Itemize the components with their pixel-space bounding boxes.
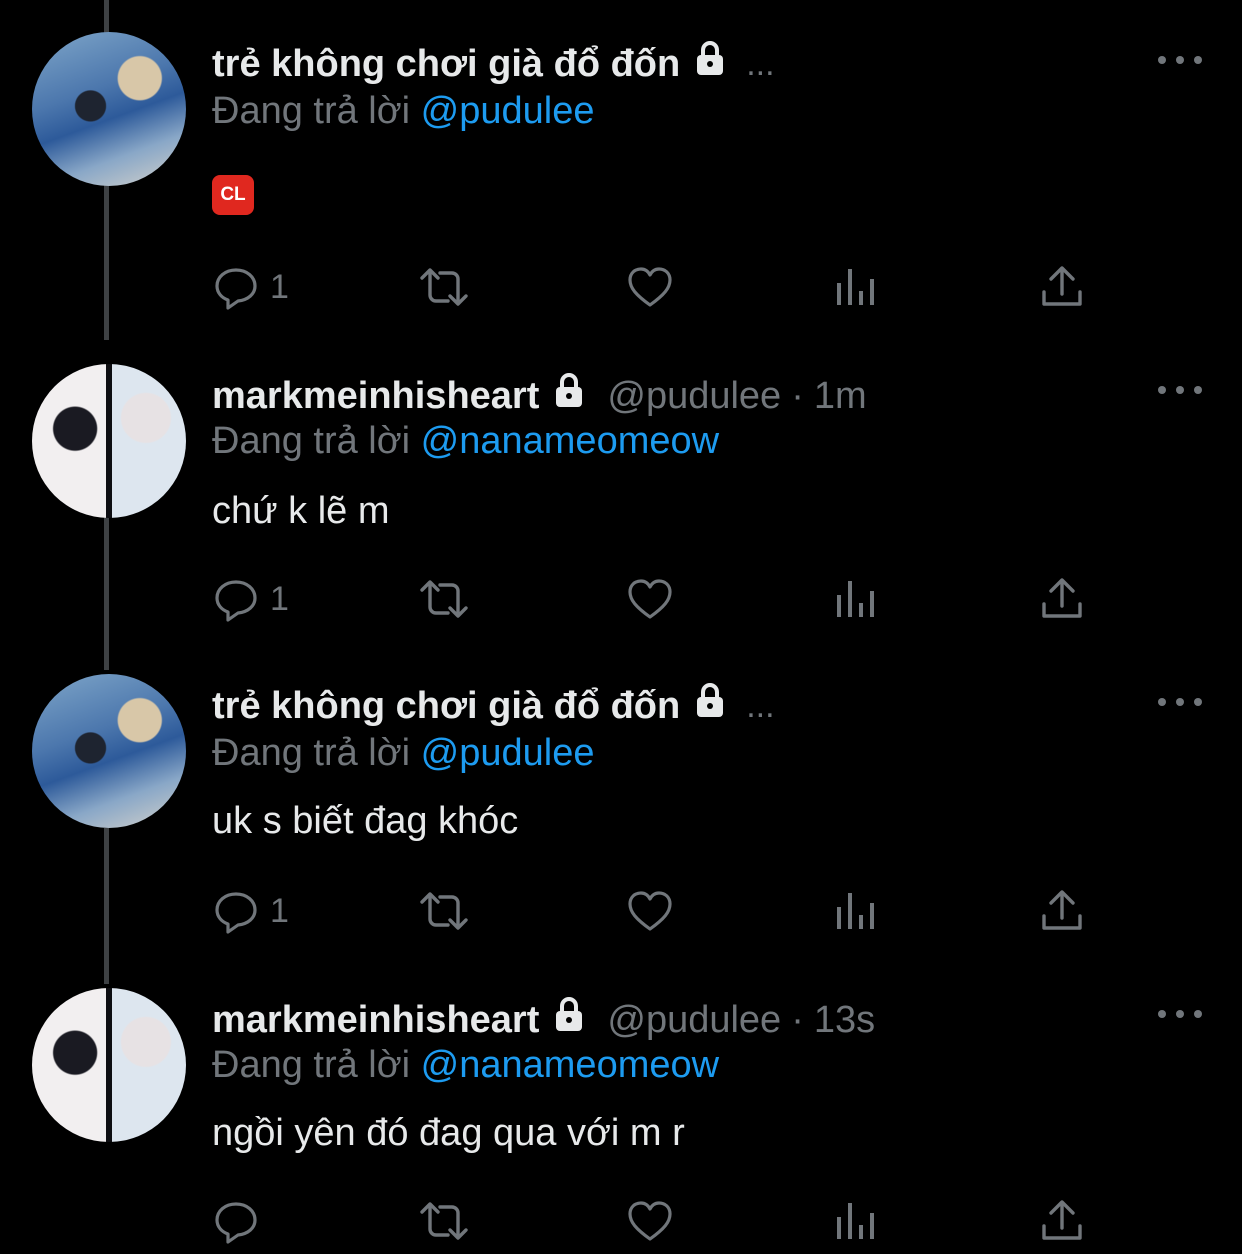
heart-icon <box>628 579 672 619</box>
lock-icon <box>690 680 730 731</box>
reply-prefix: Đang trả lời <box>212 90 411 132</box>
avatar[interactable] <box>32 988 186 1142</box>
action-bar: 1 <box>0 574 1242 624</box>
share-button[interactable] <box>1038 574 1086 624</box>
tweet-text: uk s biết đag khóc <box>212 800 519 842</box>
name-truncation: ... <box>746 686 775 725</box>
retweet-button[interactable] <box>416 886 472 936</box>
lock-icon <box>690 38 730 89</box>
retweet-button[interactable] <box>416 262 472 312</box>
tweet-header: markmeinhisheart @pudulee · 13s <box>212 994 875 1045</box>
reply-prefix: Đang trả lời <box>212 732 411 774</box>
analytics-icon <box>837 269 874 305</box>
avatar[interactable] <box>32 364 186 518</box>
display-name[interactable]: markmeinhisheart <box>212 997 539 1043</box>
retweet-button[interactable] <box>416 574 472 624</box>
more-icon[interactable] <box>1158 50 1202 70</box>
reply-button[interactable] <box>212 1196 270 1246</box>
like-button[interactable] <box>626 886 674 936</box>
handle[interactable]: @pudulee <box>607 997 781 1043</box>
reply-icon <box>215 268 257 310</box>
display-name[interactable]: markmeinhisheart <box>212 373 539 419</box>
lock-icon <box>549 370 589 421</box>
action-bar <box>0 1196 1242 1246</box>
reply-button[interactable]: 1 <box>212 574 289 624</box>
tweet-header: trẻ không chơi già đổ đốn ... <box>212 680 775 731</box>
reply-count: 1 <box>270 579 289 618</box>
reply-icon <box>215 892 257 934</box>
tweet-header: trẻ không chơi già đổ đốn ... <box>212 38 775 89</box>
share-button[interactable] <box>1038 886 1086 936</box>
tweet-text: chứ k lẽ m <box>212 490 390 532</box>
heart-icon <box>628 1201 672 1241</box>
retweet-icon <box>420 1202 468 1240</box>
handle[interactable]: @pudulee <box>607 373 781 419</box>
tweet-text: ngồi yên đó đag qua với m r <box>212 1112 685 1154</box>
reply-mention[interactable]: @nanameomeow <box>421 420 719 462</box>
reply-context: Đang trả lời @pudulee <box>212 88 595 134</box>
reply-button[interactable]: 1 <box>212 262 289 312</box>
share-icon <box>1042 890 1082 930</box>
analytics-icon <box>837 893 874 929</box>
separator-dot: · <box>791 998 804 1041</box>
reply-context: Đang trả lời @pudulee <box>212 730 595 776</box>
reply-mention[interactable]: @nanameomeow <box>421 1044 719 1086</box>
tweet[interactable]: markmeinhisheart @pudulee · 13s Đang trả… <box>0 982 1242 1254</box>
heart-icon <box>628 891 672 931</box>
cl-emoji: CL <box>212 175 254 215</box>
like-button[interactable] <box>626 574 674 624</box>
reply-icon <box>215 580 257 622</box>
share-button[interactable] <box>1038 262 1086 312</box>
retweet-icon <box>420 580 468 618</box>
more-icon[interactable] <box>1158 380 1202 400</box>
views-button[interactable] <box>834 886 878 936</box>
avatar[interactable] <box>32 674 186 828</box>
reply-context: Đang trả lời @nanameomeow <box>212 418 719 464</box>
views-button[interactable] <box>834 262 878 312</box>
reply-prefix: Đang trả lời <box>212 420 411 462</box>
tweet[interactable]: trẻ không chơi già đổ đốn ... Đang trả l… <box>0 0 1242 340</box>
share-icon <box>1042 1200 1082 1240</box>
reply-mention[interactable]: @pudulee <box>421 90 595 132</box>
reply-count: 1 <box>270 267 289 306</box>
tweet[interactable]: markmeinhisheart @pudulee · 1m Đang trả … <box>0 340 1242 670</box>
share-button[interactable] <box>1038 1196 1086 1246</box>
retweet-button[interactable] <box>416 1196 472 1246</box>
heart-icon <box>628 267 672 307</box>
action-bar: 1 <box>0 886 1242 936</box>
views-button[interactable] <box>834 1196 878 1246</box>
reply-icon <box>215 1202 257 1244</box>
share-icon <box>1042 578 1082 618</box>
timestamp[interactable]: 1m <box>814 373 867 419</box>
views-button[interactable] <box>834 574 878 624</box>
more-icon[interactable] <box>1158 1004 1202 1024</box>
reply-mention[interactable]: @pudulee <box>421 732 595 774</box>
reply-count: 1 <box>270 891 289 930</box>
like-button[interactable] <box>626 262 674 312</box>
display-name[interactable]: trẻ không chơi già đổ đốn <box>212 41 680 87</box>
retweet-icon <box>420 268 468 306</box>
tweet[interactable]: trẻ không chơi già đổ đốn ... Đang trả l… <box>0 670 1242 982</box>
action-bar: 1 <box>0 262 1242 312</box>
timestamp[interactable]: 13s <box>814 997 875 1043</box>
reply-prefix: Đang trả lời <box>212 1044 411 1086</box>
more-icon[interactable] <box>1158 692 1202 712</box>
retweet-icon <box>420 892 468 930</box>
analytics-icon <box>837 581 874 617</box>
share-icon <box>1042 266 1082 306</box>
reply-button[interactable]: 1 <box>212 886 289 936</box>
lock-icon <box>549 994 589 1045</box>
tweet-header: markmeinhisheart @pudulee · 1m <box>212 370 867 421</box>
like-button[interactable] <box>626 1196 674 1246</box>
avatar[interactable] <box>32 32 186 186</box>
separator-dot: · <box>791 374 804 417</box>
display-name[interactable]: trẻ không chơi già đổ đốn <box>212 683 680 729</box>
name-truncation: ... <box>746 44 775 83</box>
analytics-icon <box>837 1203 874 1239</box>
reply-context: Đang trả lời @nanameomeow <box>212 1042 719 1088</box>
